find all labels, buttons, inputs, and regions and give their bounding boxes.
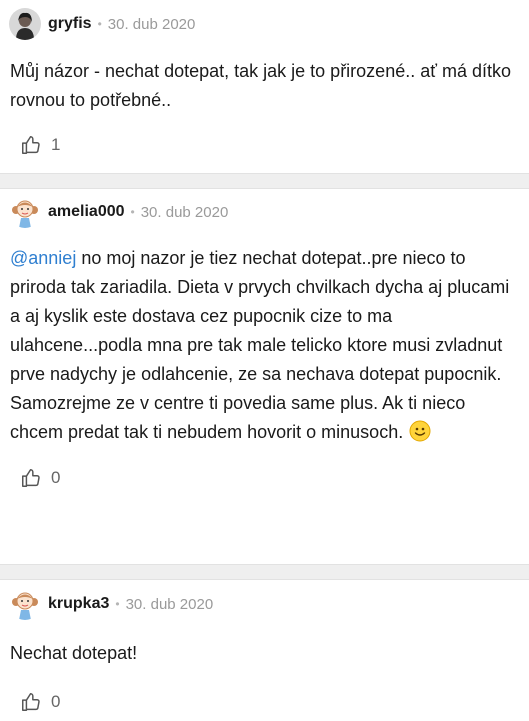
comment-date: 30. dub 2020 (107, 15, 196, 33)
like-count: 0 (51, 468, 61, 487)
comment: gryfis • 30. dub 2020 Můj názor - nechat… (0, 0, 529, 173)
avatar[interactable] (9, 8, 41, 40)
thumbs-up-icon (22, 693, 40, 711)
like-button[interactable]: 0 (0, 684, 529, 720)
comment-date: 30. dub 2020 (125, 595, 214, 613)
comment-separator (0, 564, 529, 580)
comment-header: gryfis • 30. dub 2020 (0, 0, 529, 48)
separator-dot: • (97, 17, 102, 31)
comment-text-content: Můj názor - nechat dotepat, tak jak je t… (10, 61, 512, 110)
like-button[interactable]: 1 (0, 127, 529, 163)
thumbs-up-icon (22, 136, 40, 154)
separator-dot: • (130, 205, 135, 219)
comment-header: amelia000 • 30. dub 2020 (0, 189, 529, 235)
like-count: 0 (51, 692, 61, 711)
comment-text: Nechat dotepat! (0, 628, 529, 668)
comment-text-content: no moj nazor je tiez nechat dotepat..pre… (10, 248, 510, 442)
avatar[interactable] (9, 196, 41, 228)
separator-dot: • (115, 597, 120, 611)
mention-link[interactable]: @anniej (10, 248, 76, 268)
like-button[interactable]: 0 (0, 460, 529, 496)
like-count: 1 (51, 135, 61, 154)
comment-header: krupka3 • 30. dub 2020 (0, 580, 529, 628)
comment: krupka3 • 30. dub 2020 Nechat dotepat! 0 (0, 580, 529, 721)
comment-text-content: Nechat dotepat! (10, 643, 138, 663)
comment-text: Můj názor - nechat dotepat, tak jak je t… (0, 48, 529, 115)
author-name[interactable]: gryfis (48, 15, 92, 33)
comment: amelia000 • 30. dub 2020 @anniej no moj … (0, 189, 529, 564)
avatar[interactable] (9, 588, 41, 620)
author-name[interactable]: amelia000 (48, 203, 125, 221)
author-name[interactable]: krupka3 (48, 595, 109, 613)
smiley-icon (409, 420, 431, 442)
thumbs-up-icon (22, 469, 40, 487)
comment-date: 30. dub 2020 (140, 203, 229, 221)
comment-separator (0, 173, 529, 189)
comment-text: @anniej no moj nazor je tiez nechat dote… (0, 235, 529, 447)
